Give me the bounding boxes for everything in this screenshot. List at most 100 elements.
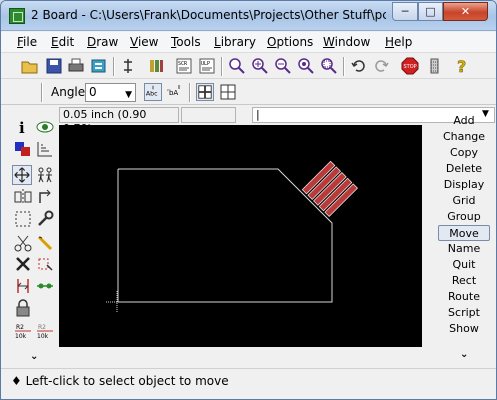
board-drawing (106, 160, 359, 313)
menu-bar: File Edit Draw View Tools Library Option… (1, 32, 496, 53)
coordinate-bar: 0.05 inch (0.90 0.70) | ▼ (59, 106, 495, 135)
smash-icon[interactable]: R210k (13, 321, 33, 341)
add-part-icon[interactable] (35, 254, 55, 274)
open-icon[interactable] (21, 57, 39, 75)
maximize-button[interactable]: □ (418, 2, 443, 21)
close-button[interactable]: ✕ (443, 2, 488, 21)
cmd-delete[interactable]: Delete (438, 161, 490, 177)
svg-text:i: i (19, 119, 25, 137)
svg-text:?: ? (457, 57, 466, 75)
svg-text:10k: 10k (15, 333, 27, 340)
library-icon[interactable] (147, 57, 165, 75)
board-switch-icon[interactable] (119, 57, 137, 75)
menu-options[interactable]: Options (267, 35, 313, 49)
print-icon[interactable] (67, 57, 85, 75)
display-layers-icon[interactable] (13, 139, 33, 159)
menu-edit[interactable]: Edit (51, 35, 74, 49)
pinswap-icon[interactable] (13, 276, 33, 296)
cmd-show[interactable]: Show (438, 321, 490, 337)
cmd-quit[interactable]: Quit (438, 257, 490, 273)
svg-text:Abc: Abc (146, 91, 158, 98)
chevron-down-icon: ▼ (125, 90, 132, 100)
replace-icon[interactable] (35, 276, 55, 296)
cmd-group[interactable]: Group (438, 209, 490, 225)
cmd-route[interactable]: Route (438, 289, 490, 305)
mark-icon[interactable] (35, 139, 55, 159)
save-icon[interactable] (45, 57, 63, 75)
toolbar-separator (221, 57, 223, 76)
ulp-icon[interactable]: ULP (198, 57, 216, 75)
grid-free-icon[interactable] (219, 83, 237, 101)
main-toolbar: SCR ULP STOP ? (1, 54, 496, 79)
value-icon[interactable]: R210k (35, 321, 55, 341)
menu-file[interactable]: File (17, 35, 37, 49)
paste-icon[interactable] (35, 233, 55, 253)
cmd-copy[interactable]: Copy (438, 145, 490, 161)
info-icon[interactable]: i (13, 117, 33, 137)
menu-tools[interactable]: Tools (171, 35, 201, 49)
zoom-in-icon[interactable] (251, 57, 269, 75)
board-outline (117, 168, 333, 303)
cmd-add[interactable]: Add (438, 113, 490, 129)
status-bar: ♦ Left-click to select object to move (1, 368, 496, 392)
menu-window[interactable]: Window (323, 35, 370, 49)
menu-help[interactable]: Help (385, 35, 412, 49)
status-message: ♦ Left-click to select object to move (11, 374, 229, 388)
show-eye-icon[interactable] (35, 117, 55, 137)
grid-readout: 0.05 inch (0.90 0.70) (59, 107, 179, 135)
angle-label: Angle: (51, 85, 90, 99)
eagle-board-window: 2 Board - C:\Users\Frank\Documents\Proje… (0, 0, 497, 400)
mirror-icon[interactable] (13, 187, 33, 207)
go-icon[interactable] (426, 57, 444, 75)
angle-select[interactable]: 0 ▼ (85, 83, 136, 102)
svg-text:R2: R2 (16, 324, 24, 331)
canvas-side-gap (422, 125, 438, 347)
change-wrench-icon[interactable] (35, 209, 55, 229)
toolbar-separator (343, 57, 345, 76)
cut-scissors-icon[interactable] (13, 233, 33, 253)
lock-icon[interactable] (13, 298, 33, 318)
help-icon[interactable]: ? (453, 57, 471, 75)
cam-icon[interactable] (90, 57, 108, 75)
cmd-display[interactable]: Display (438, 177, 490, 193)
palette-more-chevron-icon[interactable]: ⌄ (30, 351, 38, 362)
group-icon[interactable] (13, 209, 33, 229)
menu-draw[interactable]: Draw (87, 35, 118, 49)
delete-icon[interactable] (13, 254, 33, 274)
toolbar-separator (113, 57, 115, 76)
cmd-script[interactable]: Script (438, 305, 490, 321)
svg-text:SCR: SCR (178, 61, 188, 67)
cmd-name[interactable]: Name (438, 241, 490, 257)
stop-icon[interactable]: STOP (401, 57, 419, 75)
mirror-on-icon[interactable]: ʹbA (166, 83, 184, 101)
rotate-icon[interactable] (35, 187, 55, 207)
zoom-select-icon[interactable] (320, 57, 338, 75)
cmd-change[interactable]: Change (438, 129, 490, 145)
zoom-out-icon[interactable] (274, 57, 292, 75)
script-icon[interactable]: SCR (175, 57, 193, 75)
mirror-off-icon[interactable]: Abc (144, 83, 162, 101)
window-title: 2 Board - C:\Users\Frank\Documents\Proje… (31, 8, 386, 22)
title-bar: 2 Board - C:\Users\Frank\Documents\Proje… (1, 1, 496, 31)
move-icon[interactable] (12, 165, 32, 185)
menu-view[interactable]: View (130, 35, 158, 49)
svg-text:ʹbA: ʹbA (167, 89, 178, 97)
undo-icon[interactable] (350, 57, 368, 75)
zoom-fit-icon[interactable] (228, 57, 246, 75)
coordinate-extra-field (181, 107, 236, 123)
crosshair-cursor (106, 291, 128, 313)
smd-pad-array (301, 160, 359, 218)
svg-text:R2: R2 (38, 324, 46, 331)
angle-value: 0 (89, 85, 97, 99)
redo-icon[interactable] (372, 57, 390, 75)
cmd-grid[interactable]: Grid (438, 193, 490, 209)
redraw-icon[interactable] (297, 57, 315, 75)
cmd-move[interactable]: Move (438, 225, 490, 241)
cmd-rect[interactable]: Rect (438, 273, 490, 289)
board-canvas[interactable] (59, 125, 422, 347)
command-list-more-chevron-icon[interactable]: ⌄ (460, 349, 468, 360)
copy-icon[interactable] (35, 165, 55, 185)
minimize-button[interactable]: ─ (392, 2, 418, 21)
grid-align-icon[interactable] (196, 83, 214, 101)
menu-library[interactable]: Library (214, 35, 256, 49)
